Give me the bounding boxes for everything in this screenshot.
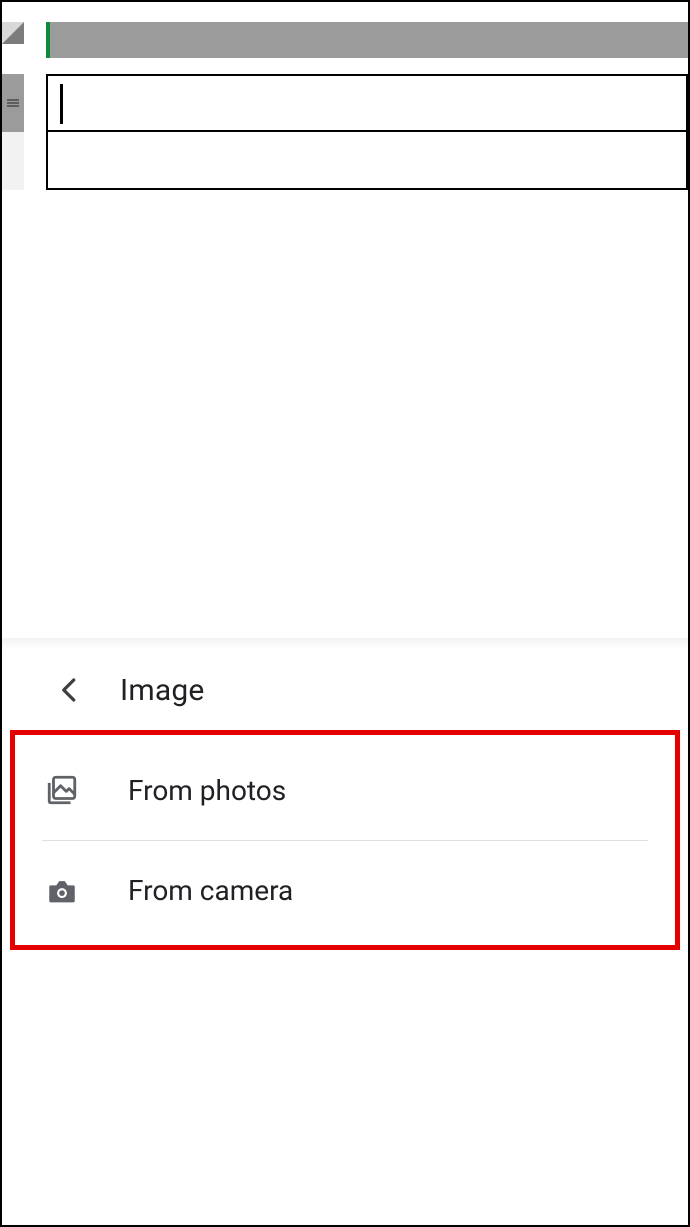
back-button[interactable] [50,670,90,710]
spreadsheet-area [2,2,688,642]
menu-item-label: From photos [128,774,286,807]
sheet-header: Image [2,650,688,730]
menu-item-label: From camera [128,874,293,907]
menu-item-from-photos[interactable]: From photos [42,740,648,840]
column-header-selected[interactable] [46,22,688,58]
select-all-corner[interactable] [2,22,24,44]
photos-icon [42,770,82,810]
row-handle-icon [7,99,19,107]
cell[interactable] [46,132,688,190]
insert-image-sheet: Image From photos [2,650,688,1225]
active-cell[interactable] [46,74,688,132]
row-header[interactable] [2,132,24,190]
chevron-left-icon [55,675,85,705]
text-cursor [60,84,63,124]
sheet-title: Image [120,673,205,708]
app-frame: Image From photos [0,0,690,1227]
image-source-menu: From photos From camera [42,740,648,940]
camera-icon [42,871,82,911]
menu-item-from-camera[interactable]: From camera [42,840,648,940]
row-header-selected[interactable] [2,74,24,132]
divider-shadow [2,638,688,650]
